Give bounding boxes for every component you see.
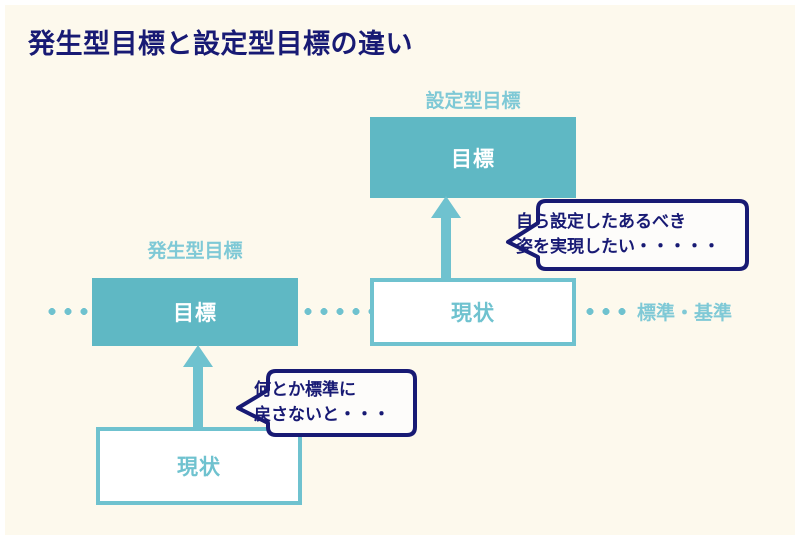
speech-bubble-settei: 自ら設定したあるべき 姿を実現したい・・・・・ bbox=[494, 196, 752, 274]
speech-bubble-hassei-shape bbox=[236, 369, 417, 437]
speech-bubble-settei-shape bbox=[506, 199, 749, 271]
goal-box-hassei-label: 目標 bbox=[173, 301, 217, 325]
page-title: 発生型目標と設定型目標の違い bbox=[28, 29, 413, 60]
current-box-settei: 現状 bbox=[370, 278, 576, 346]
arrow-up-hassei bbox=[183, 345, 213, 431]
baseline-dots-left bbox=[44, 308, 92, 315]
group-caption-settei: 設定型目標 bbox=[425, 90, 521, 112]
goal-box-settei: 目標 bbox=[370, 117, 576, 198]
arrow-up-settei bbox=[431, 196, 461, 282]
speech-bubble-hassei: 何とか標準に 戻さないと・・・ bbox=[228, 366, 420, 440]
current-box-settei-label: 現状 bbox=[451, 301, 495, 325]
current-box-hassei-label: 現状 bbox=[177, 455, 221, 479]
baseline-label: 標準・基準 bbox=[637, 302, 733, 324]
baseline-dots-middle bbox=[300, 308, 370, 315]
group-caption-hassei: 発生型目標 bbox=[147, 240, 243, 262]
slide-canvas: 発生型目標と設定型目標の違い 標準・基準 設定型目標 目標 現状 自ら設定したあ… bbox=[0, 0, 800, 540]
baseline-dots-right bbox=[582, 308, 634, 315]
goal-box-settei-label: 目標 bbox=[451, 146, 495, 171]
goal-box-hassei: 目標 bbox=[92, 278, 298, 346]
